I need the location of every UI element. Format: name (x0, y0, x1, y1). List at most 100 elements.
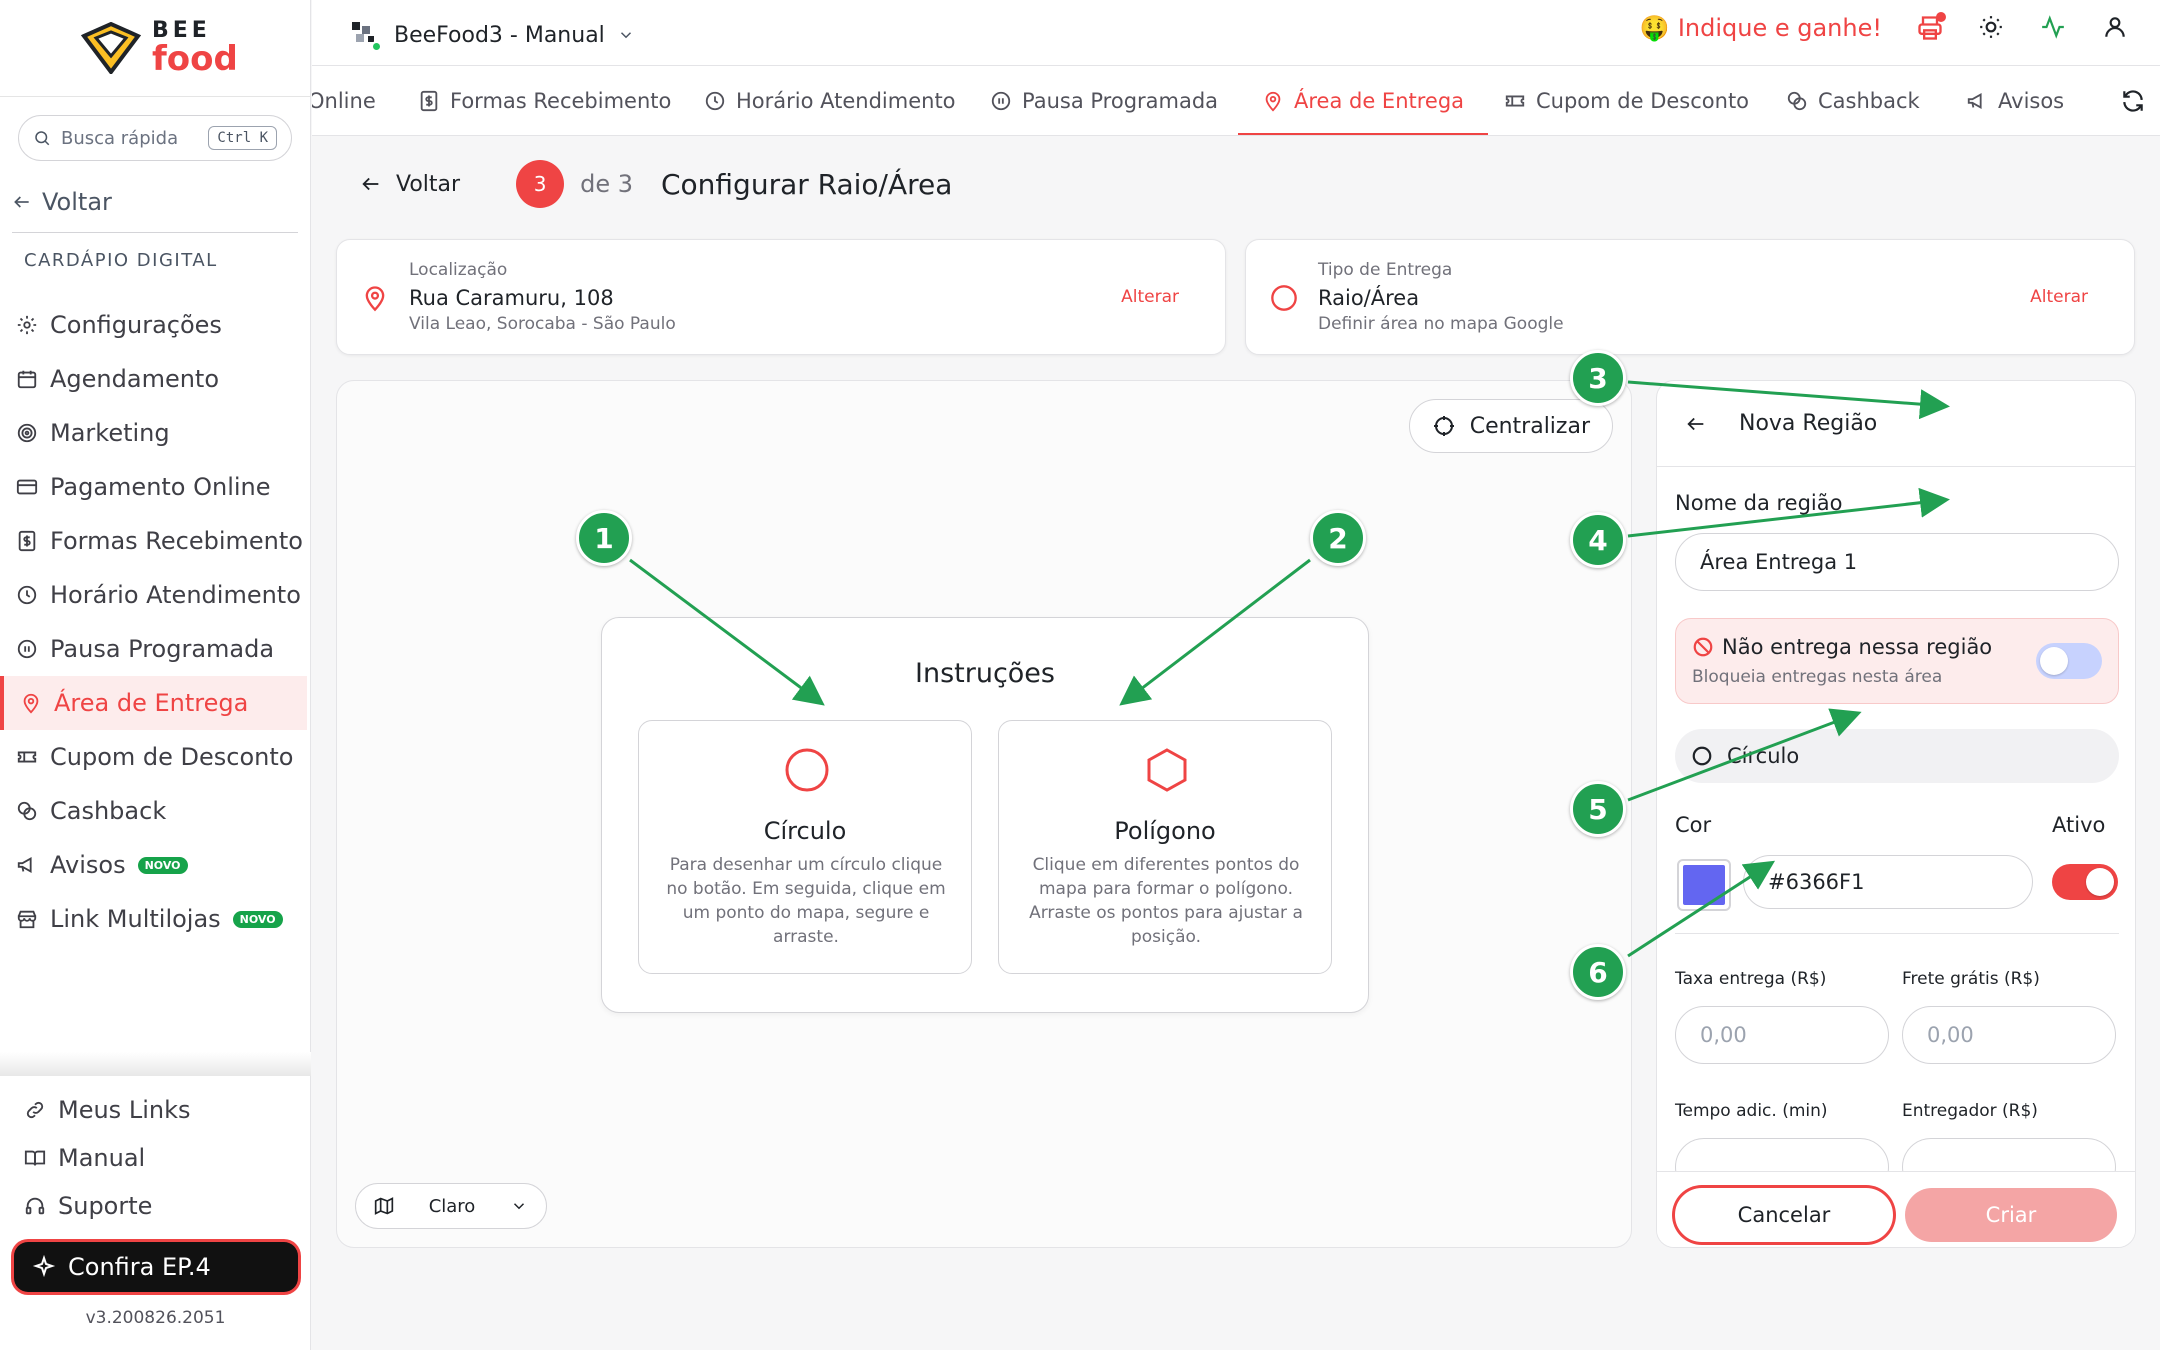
search-placeholder: Busca rápida (61, 127, 179, 149)
no-delivery-box: Não entrega nessa região Bloqueia entreg… (1675, 618, 2119, 704)
map-area[interactable]: Centralizar Instruções Círculo Para dese… (336, 380, 1632, 1248)
shape-type-label: Círculo (1727, 744, 1800, 768)
step-number-badge: 3 (516, 160, 565, 208)
map-style-select[interactable]: Claro (355, 1183, 547, 1229)
step-header: Voltar 3 de 3 Configurar Raio/Área (360, 160, 952, 208)
manual-link[interactable]: Manual (0, 1134, 311, 1182)
tab-cupom-de-desconto[interactable]: Cupom de Desconto (1504, 66, 1749, 135)
sidebar-item-pausa-programada[interactable]: Pausa Programada (0, 622, 311, 676)
user-menu-button[interactable] (2102, 14, 2130, 42)
courier-fee-label: Entregador (R$) (1902, 1101, 2038, 1121)
tab-formas-recebimento[interactable]: Formas Recebimento (418, 66, 671, 135)
tab-label: Online (312, 89, 376, 113)
extra-time-label: Tempo adic. (min) (1675, 1101, 1828, 1121)
ban-icon (1693, 637, 1713, 657)
topbar: BeeFood3 - Manual 🤑 Indique e ganhe! (312, 0, 2160, 66)
tab-area-de-entrega[interactable]: Área de Entrega (1237, 66, 1489, 135)
color-swatch[interactable] (1677, 859, 1731, 911)
color-hex-input[interactable]: #6366F1 (1743, 855, 2033, 909)
change-delivery-type-button[interactable]: Alterar (2030, 287, 2088, 307)
sidebar-item-marketing[interactable]: Marketing (0, 406, 311, 460)
sidebar-item-avisos[interactable]: Avisos NOVO (0, 838, 311, 892)
tab-label: Avisos (1998, 89, 2065, 113)
confira-button[interactable]: Confira EP.4 (14, 1242, 298, 1292)
link-icon (26, 1101, 44, 1119)
sidebar-item-label: Cashback (50, 797, 167, 825)
divider (12, 232, 298, 233)
center-map-button[interactable]: Centralizar (1408, 399, 1613, 453)
annotation-marker-6: 6 (1570, 944, 1626, 1000)
referral-link[interactable]: 🤑 Indique e ganhe! (1640, 14, 1882, 42)
divider (0, 1052, 311, 1076)
shape-type-row[interactable]: Círculo (1675, 729, 2119, 783)
sidebar-item-cashback[interactable]: Cashback (0, 784, 311, 838)
search-shortcut: Ctrl K (208, 126, 277, 150)
referral-label: Indique e ganhe! (1677, 14, 1882, 42)
theme-toggle-button[interactable] (1978, 14, 2006, 42)
free-shipping-input[interactable]: 0,00 (1902, 1006, 2116, 1064)
map-pin-icon (23, 693, 39, 714)
tab-online[interactable]: Online (312, 66, 376, 135)
tab-label: Cashback (1818, 89, 1920, 113)
circle-tool-description: Para desenhar um círculo clique no botão… (666, 855, 946, 947)
sidebar-item-label: Link Multilojas (50, 905, 221, 933)
delivery-type-label: Tipo de Entrega (1318, 260, 1453, 280)
tab-avisos[interactable]: Avisos (1966, 66, 2065, 135)
dollar-receipt-icon (420, 90, 438, 112)
map-pin-icon (1265, 91, 1281, 112)
change-location-button[interactable]: Alterar (1121, 287, 1179, 307)
store-icon (17, 910, 37, 929)
my-links-link[interactable]: Meus Links (0, 1086, 311, 1134)
create-button[interactable]: Criar (1905, 1188, 2117, 1242)
annotation-marker-3: 3 (1570, 350, 1626, 406)
step-back-button[interactable]: Voltar (360, 172, 460, 197)
polygon-tool-card[interactable]: Polígono Clique em diferentes pontos do … (998, 720, 1332, 974)
tab-cashback[interactable]: Cashback (1786, 66, 1920, 135)
step-total: de 3 (580, 170, 633, 198)
store-selector[interactable]: BeeFood3 - Manual (348, 18, 635, 52)
tab-horario-atendimento[interactable]: Horário Atendimento (704, 66, 956, 135)
circle-tool-card[interactable]: Círculo Para desenhar um círculo clique … (638, 720, 972, 974)
panel-header: Nova Região (1657, 381, 2135, 467)
sidebar-item-formas-recebimento[interactable]: Formas Recebimento (0, 514, 311, 568)
delivery-type-card: Tipo de Entrega Raio/Área Definir área n… (1245, 239, 2135, 355)
sidebar-item-horario-atendimento[interactable]: Horário Atendimento (0, 568, 311, 622)
region-name-input[interactable]: Área Entrega 1 (1675, 533, 2119, 591)
chevron-down-icon (513, 1203, 525, 1210)
sidebar-item-pagamento-online[interactable]: Pagamento Online (0, 460, 311, 514)
quick-search[interactable]: Busca rápida Ctrl K (18, 115, 292, 161)
active-label: Ativo (2052, 813, 2106, 837)
toggle-knob (2086, 868, 2114, 896)
panel-title: Nova Região (1739, 411, 1878, 436)
tab-pausa-programada[interactable]: Pausa Programada (990, 66, 1218, 135)
color-label: Cor (1675, 813, 1712, 837)
cancel-button[interactable]: Cancelar (1673, 1186, 1895, 1244)
refresh-icon[interactable] (2120, 88, 2146, 114)
search-icon (35, 131, 50, 146)
arrow-left-icon[interactable] (1685, 413, 1707, 435)
settings-tabs: Online Formas Recebimento Horário Atendi… (312, 66, 2160, 136)
book-icon (24, 1150, 46, 1166)
topbar-actions: 🤑 Indique e ganhe! (1640, 12, 2130, 42)
annotation-marker-5: 5 (1570, 781, 1626, 837)
notification-dot (1936, 12, 1946, 22)
instructions-title: Instruções (915, 658, 1055, 689)
clock-icon (17, 585, 37, 605)
sidebar-item-agendamento[interactable]: Agendamento (0, 352, 311, 406)
activity-button[interactable] (2040, 14, 2068, 42)
fee-input[interactable]: 0,00 (1675, 1006, 1889, 1064)
sidebar-item-link-multilojas[interactable]: Link Multilojas NOVO (0, 892, 311, 946)
new-badge: NOVO (232, 910, 283, 928)
active-toggle[interactable] (2052, 864, 2118, 900)
megaphone-icon (17, 857, 32, 873)
support-link[interactable]: Suporte (0, 1182, 311, 1230)
sidebar-item-configuracoes[interactable]: Configurações (0, 298, 311, 352)
sidebar-item-area-de-entrega[interactable]: Área de Entrega (0, 676, 307, 730)
printer-button[interactable] (1916, 12, 1946, 42)
sidebar-item-cupom-de-desconto[interactable]: Cupom de Desconto (0, 730, 311, 784)
tab-label: Área de Entrega (1294, 89, 1465, 113)
no-delivery-toggle[interactable] (2036, 643, 2102, 679)
sidebar-back-button[interactable]: Voltar (12, 188, 112, 216)
activity-icon (2042, 15, 2064, 39)
brand-logo[interactable]: BEE food (80, 20, 238, 76)
